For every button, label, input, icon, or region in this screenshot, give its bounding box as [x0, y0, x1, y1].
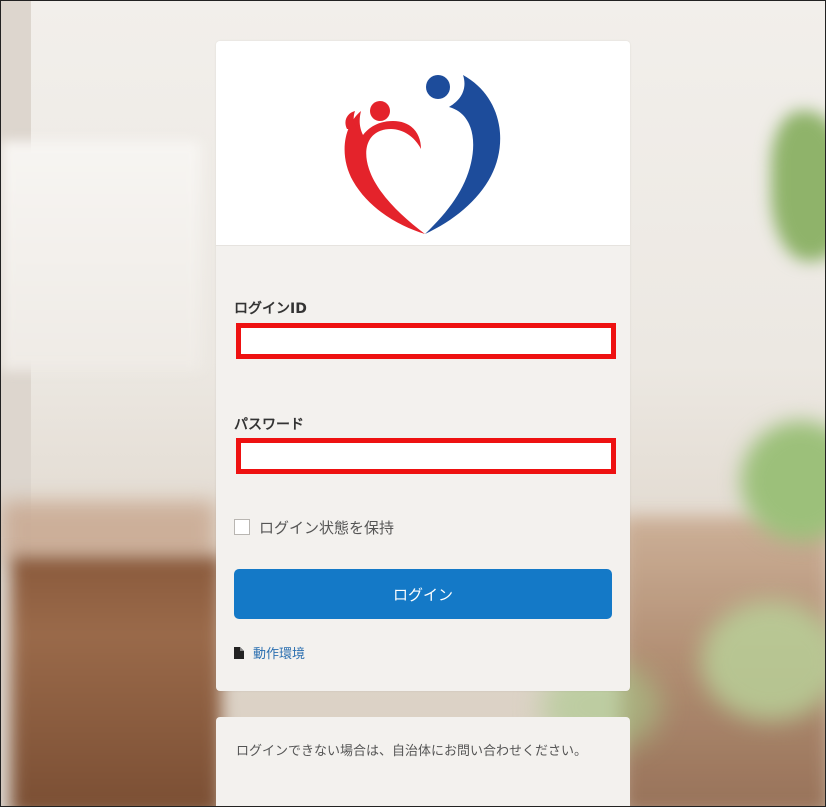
remember-login-option[interactable]: ログイン状態を保持	[234, 516, 394, 538]
login-button[interactable]: ログイン	[234, 569, 612, 619]
login-id-field-frame	[236, 323, 616, 359]
password-input[interactable]	[241, 443, 611, 469]
screenshot-frame: ログインID パスワード ログイン状態を保持 ログイン 動作環境 ログインできな…	[0, 0, 826, 807]
remember-login-label[interactable]: ログイン状態を保持	[259, 517, 394, 538]
remember-login-checkbox[interactable]	[234, 519, 250, 535]
heart-people-logo-icon	[344, 75, 501, 234]
environment-link-label[interactable]: 動作環境	[253, 643, 305, 662]
login-help-text: ログインできない場合は、自治体にお問い合わせください。	[236, 744, 588, 759]
login-id-input[interactable]	[241, 328, 611, 354]
login-help-notice: ログインできない場合は、自治体にお問い合わせください。	[216, 717, 630, 806]
login-card: ログインID パスワード ログイン状態を保持 ログイン 動作環境	[216, 41, 630, 691]
password-label: パスワード	[234, 417, 304, 433]
background-window	[1, 141, 201, 371]
document-icon	[234, 646, 244, 659]
login-id-label: ログインID	[234, 301, 307, 317]
logo-area	[216, 41, 630, 246]
background-shelf-top	[1, 501, 216, 561]
background-shelf	[11, 556, 221, 806]
password-field-frame	[236, 438, 616, 474]
environment-link[interactable]: 動作環境	[234, 643, 305, 662]
